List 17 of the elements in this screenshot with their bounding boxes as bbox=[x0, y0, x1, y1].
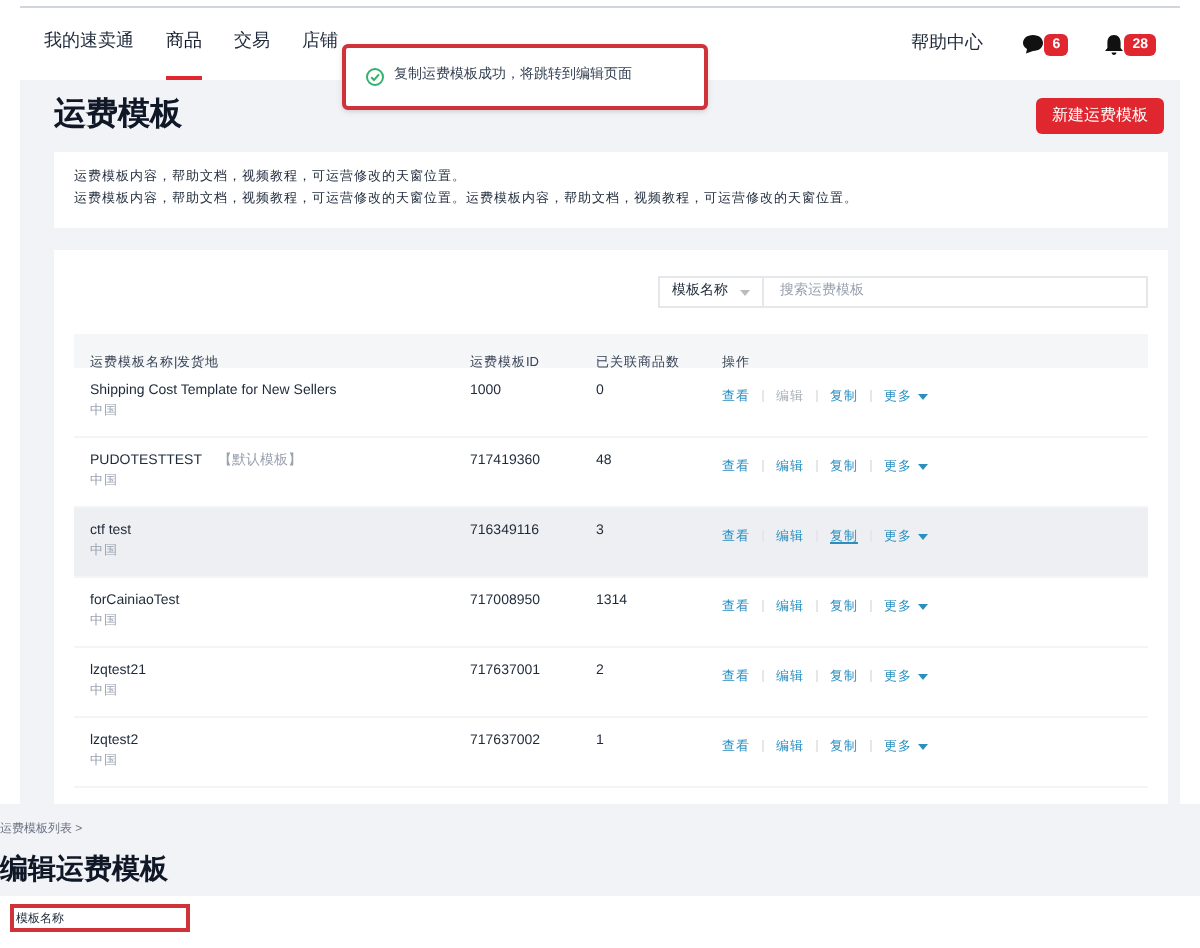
caret-icon bbox=[918, 534, 928, 541]
help-link[interactable]: 帮助中心 bbox=[910, 30, 983, 58]
check-circle-icon bbox=[366, 68, 384, 86]
page-title: 编辑运费模板 bbox=[0, 850, 168, 886]
nav-tab[interactable]: 店铺 bbox=[302, 8, 338, 80]
nav-tab[interactable]: 我的速卖通 bbox=[44, 8, 134, 80]
chat-icon[interactable] bbox=[1022, 34, 1045, 54]
nav-tab[interactable]: 交易 bbox=[234, 8, 270, 80]
caret-icon bbox=[918, 464, 928, 471]
caret-icon bbox=[740, 289, 750, 295]
caret-icon bbox=[918, 744, 928, 751]
bell-icon[interactable] bbox=[1104, 33, 1125, 55]
caret-icon bbox=[918, 604, 928, 611]
caret-icon bbox=[918, 674, 928, 681]
page-title: 运费模板 bbox=[54, 95, 182, 136]
new-template-button[interactable]: 新建运费模板 bbox=[1036, 98, 1164, 134]
caret-icon bbox=[918, 394, 928, 401]
